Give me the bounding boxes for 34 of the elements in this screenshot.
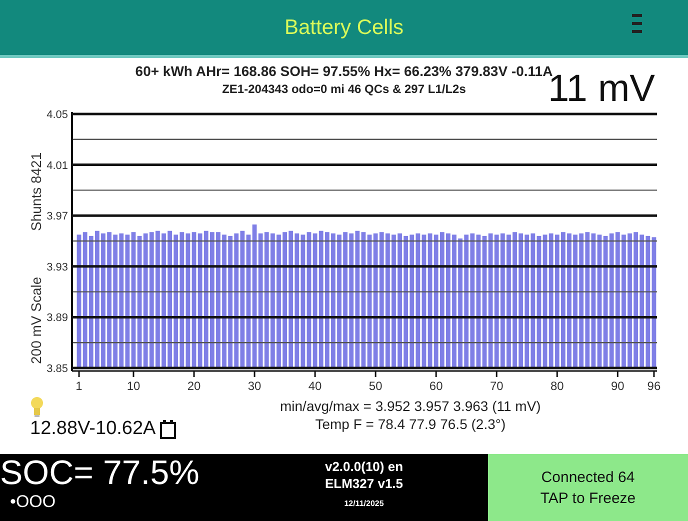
stats-line: Temp F = 78.4 77.9 76.5 (2.3°) (315, 416, 506, 432)
x-tick-label: 60 (429, 379, 443, 393)
soc-reading: SOC= 77.5% (0, 454, 200, 492)
summary-line: 60+ kWh AHr= 168.86 SOH= 97.55% Hx= 66.23% 379.83V -0.11A (135, 63, 553, 79)
x-tick-label: 50 (368, 379, 382, 393)
x-tick-label: 1 (76, 379, 82, 393)
lightbulb-icon (30, 396, 44, 418)
y-tick-label: 4.05 (46, 109, 68, 121)
x-tick-label: 70 (490, 379, 504, 393)
y-tick-label: 3.85 (46, 363, 68, 375)
adapter-text: ELM327 v1.5 (324, 475, 404, 492)
freeze-button[interactable]: Connected 64 TAP to Freeze (488, 454, 688, 521)
x-tick-label: 80 (550, 379, 564, 393)
x-tick-label: 96 (647, 379, 661, 393)
summary-line: ZE1-204343 odo=0 mi 46 QCs & 297 L1/L2s (222, 82, 466, 96)
screen-title: Battery Cells (284, 16, 404, 40)
shunts-label: Shunts 8421 (28, 152, 44, 231)
version-text: v2.0.0(10) en (324, 458, 404, 475)
y-tick-label: 4.01 (46, 160, 68, 172)
menu-icon[interactable] (632, 12, 642, 36)
page-dots: •OOO (9, 492, 57, 512)
y-tick-label: 3.97 (46, 210, 68, 223)
battery-icon (160, 419, 176, 439)
y-tick-label: 3.93 (46, 261, 68, 274)
x-tick-label: 20 (187, 379, 201, 393)
x-tick-label: 40 (308, 379, 322, 393)
axis-label: 200 mV Scale (28, 276, 44, 364)
x-tick-label: 90 (610, 379, 624, 393)
x-tick-label: 30 (248, 379, 262, 393)
stats-line: min/avg/max = 3.952 3.957 3.963 (11 mV) (280, 398, 541, 414)
x-tick-label: 10 (126, 379, 140, 393)
aux-battery-reading: 12.88V-10.62A (30, 418, 156, 440)
y-tick-label: 3.89 (46, 312, 68, 324)
date-text: 12/11/2025 (344, 498, 384, 510)
